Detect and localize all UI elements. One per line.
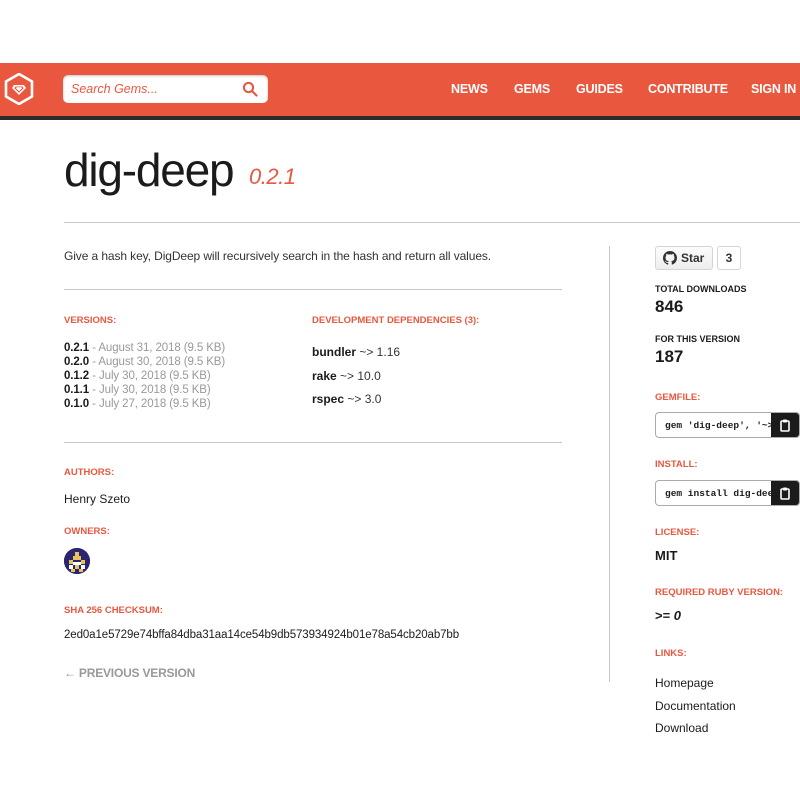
owners-label: OWNERS: bbox=[64, 526, 110, 537]
dependency-item[interactable]: rake ~> 10.0 bbox=[312, 365, 400, 389]
license-label: LICENSE: bbox=[655, 527, 700, 538]
download-link[interactable]: Download bbox=[655, 721, 708, 735]
nav-sign-in[interactable]: SIGN IN bbox=[751, 82, 796, 96]
owner-avatar[interactable] bbox=[64, 548, 90, 574]
install-code[interactable]: gem install dig-deep bbox=[665, 488, 779, 499]
versions-list: 0.2.1 - August 31, 2018 (9.5 KB) 0.2.0 -… bbox=[64, 341, 225, 411]
nav-news[interactable]: NEWS bbox=[451, 82, 488, 96]
title-divider bbox=[64, 222, 800, 223]
dependency-item[interactable]: rspec ~> 3.0 bbox=[312, 388, 400, 412]
version-meta: - August 31, 2018 (9.5 KB) bbox=[89, 342, 226, 354]
version-downloads-value: 187 bbox=[655, 347, 684, 366]
version-meta: - July 27, 2018 (9.5 KB) bbox=[89, 398, 211, 410]
version-number[interactable]: 0.2.0 bbox=[64, 356, 89, 368]
links-list: Homepage Documentation Download bbox=[655, 672, 736, 740]
dependency-requirement: ~> 10.0 bbox=[336, 368, 381, 383]
dependency-name[interactable]: bundler bbox=[312, 345, 356, 359]
documentation-link[interactable]: Documentation bbox=[655, 699, 736, 713]
required-ruby-label: REQUIRED RUBY VERSION: bbox=[655, 587, 784, 598]
github-star-count[interactable]: 3 bbox=[717, 246, 741, 270]
clipboard-icon bbox=[780, 487, 790, 500]
header-divider bbox=[0, 116, 800, 120]
dev-dependencies-label: DEVELOPMENT DEPENDENCIES (3): bbox=[312, 315, 480, 326]
gemfile-label: GEMFILE: bbox=[655, 392, 701, 403]
checksum-label: SHA 256 CHECKSUM: bbox=[64, 605, 163, 616]
clipboard-icon bbox=[780, 419, 790, 432]
version-item[interactable]: 0.1.0 - July 27, 2018 (9.5 KB) bbox=[64, 397, 225, 411]
section-divider bbox=[64, 289, 562, 290]
version-downloads-label: FOR THIS VERSION bbox=[655, 334, 741, 344]
copy-install-button[interactable] bbox=[771, 481, 799, 505]
ruby-operator: >= bbox=[655, 608, 674, 623]
gem-name: dig-deep bbox=[64, 144, 235, 196]
version-item[interactable]: 0.2.0 - August 30, 2018 (9.5 KB) bbox=[64, 355, 225, 369]
links-label: LINKS: bbox=[655, 648, 687, 659]
main-nav: NEWS GEMS GUIDES CONTRIBUTE SIGN IN bbox=[0, 63, 800, 116]
dependency-requirement: ~> 3.0 bbox=[344, 392, 382, 406]
homepage-link[interactable]: Homepage bbox=[655, 676, 714, 690]
identicon-icon bbox=[64, 548, 90, 574]
total-downloads-label: TOTAL DOWNLOADS bbox=[655, 284, 747, 294]
github-star-label: Star bbox=[681, 251, 705, 265]
nav-gems[interactable]: GEMS bbox=[514, 82, 550, 96]
ruby-version: 0 bbox=[673, 608, 682, 623]
install-code-box[interactable]: gem install dig-deep bbox=[655, 480, 800, 506]
authors-label: AUTHORS: bbox=[64, 467, 115, 478]
dependency-requirement: ~> 1.16 bbox=[356, 345, 401, 359]
sidebar-divider bbox=[609, 246, 610, 682]
version-number[interactable]: 0.2.1 bbox=[64, 342, 89, 354]
gem-description: Give a hash key, DigDeep will recursivel… bbox=[64, 249, 492, 263]
version-meta: - July 30, 2018 (9.5 KB) bbox=[89, 384, 211, 396]
nav-guides[interactable]: GUIDES bbox=[576, 82, 623, 96]
version-item[interactable]: 0.2.1 - August 31, 2018 (9.5 KB) bbox=[64, 341, 225, 355]
dependency-name[interactable]: rake bbox=[312, 369, 337, 383]
dependency-name[interactable]: rspec bbox=[312, 392, 344, 406]
version-number[interactable]: 0.1.0 bbox=[64, 398, 89, 410]
author-name: Henry Szeto bbox=[64, 492, 131, 506]
version-item[interactable]: 0.1.2 - July 30, 2018 (9.5 KB) bbox=[64, 369, 225, 383]
gemfile-code-box[interactable]: gem 'dig-deep', '~> 0.2.1' bbox=[655, 412, 800, 438]
section-divider bbox=[64, 442, 562, 443]
total-downloads-value: 846 bbox=[655, 297, 684, 316]
license-value: MIT bbox=[655, 548, 678, 563]
checksum-value: 2ed0a1e5729e74bffa84dba31aa14ce54b9db573… bbox=[64, 629, 460, 641]
github-icon bbox=[663, 251, 677, 265]
versions-label: VERSIONS: bbox=[64, 315, 117, 326]
github-star-button[interactable]: Star bbox=[655, 246, 713, 270]
required-ruby-value: >= 0 bbox=[655, 608, 681, 623]
copy-gemfile-button[interactable] bbox=[771, 413, 799, 437]
version-meta: - August 30, 2018 (9.5 KB) bbox=[89, 356, 226, 368]
version-number[interactable]: 0.1.2 bbox=[64, 370, 89, 382]
dev-dependencies-list: bundler ~> 1.16 rake ~> 10.0 rspec ~> 3.… bbox=[312, 341, 400, 412]
install-label: INSTALL: bbox=[655, 459, 698, 470]
nav-contribute[interactable]: CONTRIBUTE bbox=[648, 82, 728, 96]
dependency-item[interactable]: bundler ~> 1.16 bbox=[312, 341, 400, 365]
version-meta: - July 30, 2018 (9.5 KB) bbox=[89, 370, 211, 382]
version-number[interactable]: 0.1.1 bbox=[64, 384, 89, 396]
gem-version: 0.2.1 bbox=[249, 164, 296, 189]
previous-version-link[interactable]: ← PREVIOUS VERSION bbox=[64, 666, 195, 680]
version-item[interactable]: 0.1.1 - July 30, 2018 (9.5 KB) bbox=[64, 383, 225, 397]
